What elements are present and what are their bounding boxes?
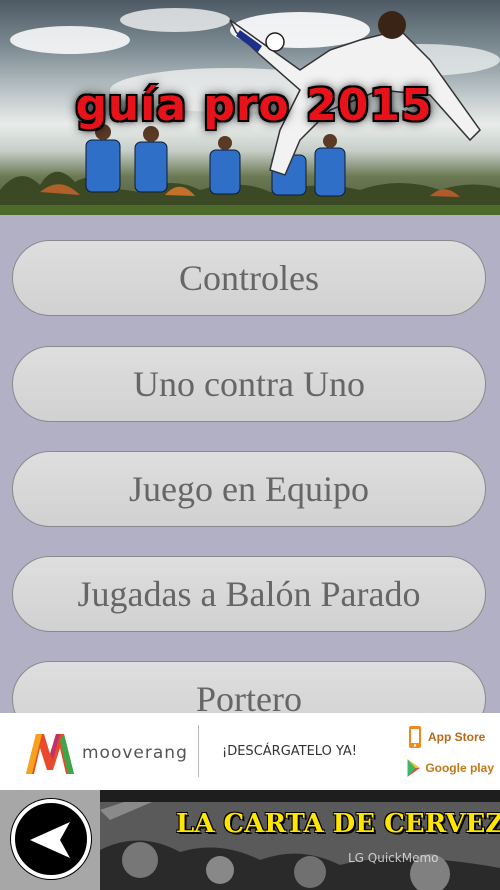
- app-screen: guía pro 2015 Controles Uno contra Uno J…: [0, 0, 500, 890]
- phone-icon: [409, 726, 421, 748]
- uno-contra-uno-button[interactable]: Uno contra Uno: [12, 346, 486, 422]
- ad-call-to-action[interactable]: ¡DESCÁRGATELO YA!: [222, 740, 357, 764]
- mooverang-logo-icon: [26, 734, 74, 774]
- header-banner: guía pro 2015: [0, 0, 500, 215]
- app-title: guía pro 2015: [75, 79, 433, 131]
- menu-list[interactable]: Controles Uno contra Uno Juego en Equipo…: [0, 215, 500, 713]
- ad-divider: [198, 725, 199, 777]
- bottom-bar: LA CARTA DE CERVEZA LG QuickMemo: [0, 790, 500, 890]
- app-store-label: App Store: [428, 730, 486, 744]
- beer-ad-banner[interactable]: LA CARTA DE CERVEZA LG QuickMemo: [100, 790, 500, 890]
- ad-brand-name: mooverang: [82, 743, 188, 763]
- watermark-text: LG QuickMemo: [348, 851, 439, 865]
- juego-en-equipo-button[interactable]: Juego en Equipo: [12, 451, 486, 527]
- back-button[interactable]: [10, 798, 92, 880]
- back-arrow-icon: [11, 799, 91, 879]
- portero-button[interactable]: Portero: [12, 661, 486, 713]
- jugadas-balon-parado-button[interactable]: Jugadas a Balón Parado: [12, 556, 486, 632]
- beer-ad-title: LA CARTA DE CERVEZA: [176, 809, 500, 839]
- google-play-link[interactable]: Google play: [404, 755, 494, 781]
- app-store-link[interactable]: App Store: [404, 724, 494, 750]
- controles-button[interactable]: Controles: [12, 240, 486, 316]
- google-play-icon: [407, 759, 420, 777]
- google-play-label: Google play: [425, 761, 494, 775]
